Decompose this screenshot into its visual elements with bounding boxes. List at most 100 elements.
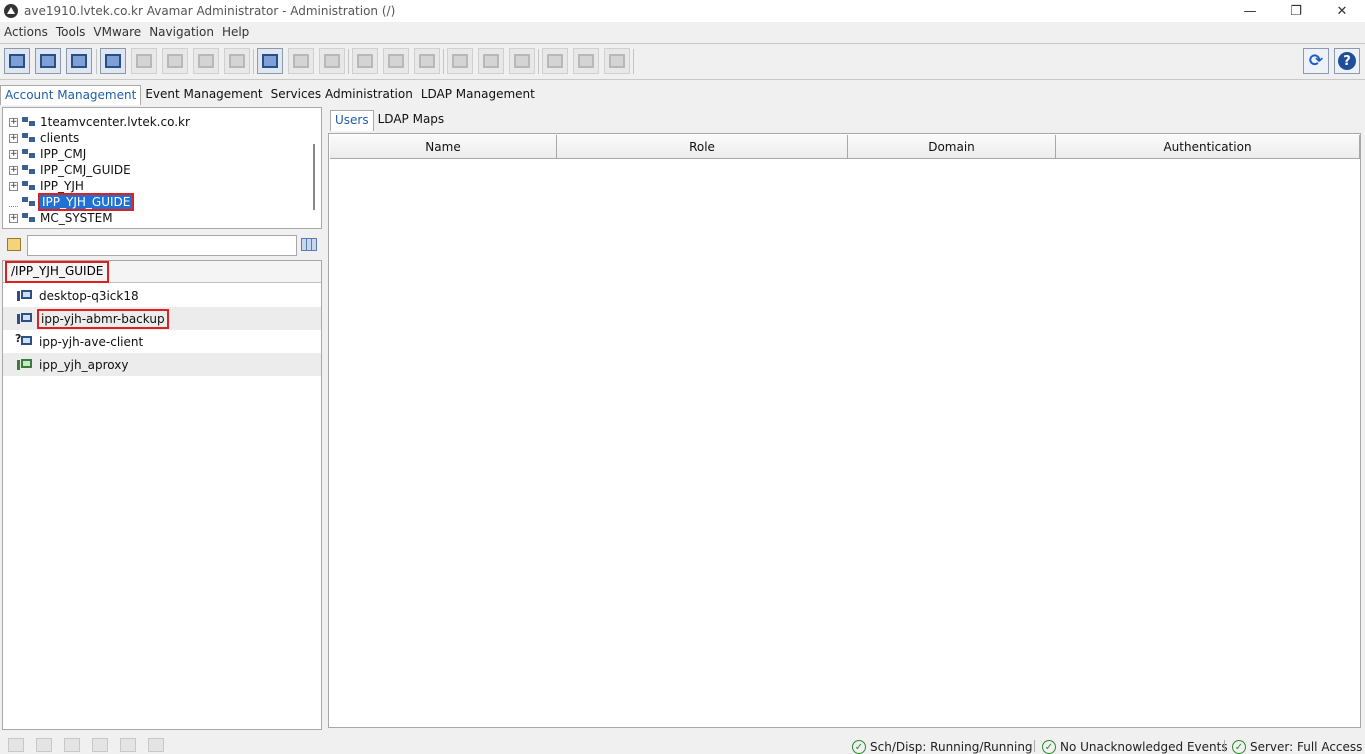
filter-row bbox=[2, 233, 322, 257]
expand-icon[interactable]: + bbox=[9, 117, 18, 127]
expand-icon[interactable]: + bbox=[9, 149, 18, 159]
client-name: ipp-yjh-ave-client bbox=[39, 334, 144, 349]
tab-ldap-maps[interactable]: LDAP Maps bbox=[374, 110, 449, 131]
tree-node-label: IPP_YJH bbox=[40, 179, 84, 193]
tab-event-management[interactable]: Event Management bbox=[141, 85, 266, 105]
users-add-icon bbox=[388, 54, 404, 68]
pointer-button[interactable] bbox=[542, 48, 568, 74]
events-status[interactable]: ✓ No Unacknowledged Events bbox=[1042, 740, 1228, 754]
edit-client-button[interactable] bbox=[131, 48, 157, 74]
tree-node-label: clients bbox=[40, 131, 80, 145]
domain-icon bbox=[22, 149, 36, 159]
new-account-button[interactable] bbox=[4, 48, 30, 74]
users-add-button[interactable] bbox=[383, 48, 409, 74]
menu-help[interactable]: Help bbox=[218, 25, 253, 39]
expand-icon[interactable]: + bbox=[9, 181, 18, 191]
toolbar-separator bbox=[96, 49, 97, 74]
expand-icon[interactable]: + bbox=[9, 133, 18, 143]
column-domain[interactable]: Domain bbox=[848, 135, 1056, 159]
expand-icon[interactable]: + bbox=[9, 165, 18, 175]
filter-input[interactable] bbox=[27, 235, 297, 256]
domain-icon bbox=[22, 197, 36, 207]
split-view-button[interactable] bbox=[478, 48, 504, 74]
tree-node-label: 1teamvcenter.lvtek.co.kr bbox=[40, 115, 190, 129]
help-button[interactable]: ? bbox=[1334, 48, 1360, 74]
column-authentication[interactable]: Authentication bbox=[1056, 135, 1360, 159]
tree-node-selected[interactable]: IPP_YJH_GUIDE bbox=[9, 193, 135, 211]
refresh-button[interactable]: ⟳ bbox=[1303, 48, 1329, 74]
list-item[interactable]: ipp-yjh-abmr-backup bbox=[3, 307, 321, 330]
help-icon: ? bbox=[1338, 52, 1356, 70]
find-client-icon bbox=[40, 54, 56, 68]
list-item[interactable]: ipp_yjh_aproxy bbox=[3, 353, 321, 376]
close-button[interactable]: ✕ bbox=[1319, 0, 1365, 22]
pointer-icon bbox=[547, 54, 563, 68]
domain-icon bbox=[22, 213, 36, 223]
tree-node-button[interactable] bbox=[447, 48, 473, 74]
tree-node[interactable]: + 1teamvcenter.lvtek.co.kr bbox=[9, 114, 190, 130]
client-list: /IPP_YJH_GUIDE desktop-q3ick18 ipp-yjh-a… bbox=[2, 260, 322, 730]
folder-filter-icon[interactable] bbox=[7, 238, 21, 251]
list-view-button[interactable] bbox=[509, 48, 535, 74]
checklist-button[interactable] bbox=[604, 48, 630, 74]
server-status[interactable]: ✓ Server: Full Access bbox=[1232, 740, 1362, 754]
users-table: Name Role Domain Authentication bbox=[328, 133, 1361, 728]
users-group-button[interactable] bbox=[352, 48, 378, 74]
tree-node[interactable]: + IPP_CMJ_GUIDE bbox=[9, 162, 131, 178]
tree-node[interactable]: + clients bbox=[9, 130, 79, 146]
delete-account-icon bbox=[71, 54, 87, 68]
minimize-button[interactable]: — bbox=[1227, 0, 1273, 22]
tree-node[interactable]: + IPP_CMJ bbox=[9, 146, 86, 162]
tab-account-management[interactable]: Account Management bbox=[0, 85, 142, 105]
status-bar: ✓ Sch/Disp: Running/Running ✓ No Unackno… bbox=[0, 734, 1365, 754]
scheduler-status-text: Sch/Disp: Running/Running bbox=[870, 740, 1033, 754]
restore-button[interactable]: ❐ bbox=[1273, 0, 1319, 22]
tree-node-label: IPP_CMJ_GUIDE bbox=[40, 163, 131, 177]
checklist-icon bbox=[609, 54, 625, 68]
tab-users[interactable]: Users bbox=[330, 110, 374, 131]
tree-node-icon bbox=[452, 54, 468, 68]
list-item[interactable]: desktop-q3ick18 bbox=[3, 284, 321, 307]
edit-client-icon bbox=[136, 54, 152, 68]
scheduler-status[interactable]: ✓ Sch/Disp: Running/Running bbox=[852, 740, 1033, 754]
list-item[interactable]: ipp-yjh-ave-client bbox=[3, 330, 321, 353]
new-client-button[interactable] bbox=[100, 48, 126, 74]
move-client-button[interactable] bbox=[162, 48, 188, 74]
toolbar-separator bbox=[633, 49, 634, 74]
tab-ldap-management[interactable]: LDAP Management bbox=[417, 85, 539, 105]
find-client-button[interactable] bbox=[35, 48, 61, 74]
status-separator bbox=[1034, 740, 1035, 752]
list-view-icon bbox=[514, 54, 530, 68]
menu-tools[interactable]: Tools bbox=[52, 25, 90, 39]
client-icon bbox=[17, 289, 33, 302]
users-remove-button[interactable] bbox=[414, 48, 440, 74]
expand-icon[interactable]: + bbox=[9, 213, 18, 223]
column-name[interactable]: Name bbox=[330, 135, 557, 159]
tree-node-label: MC_SYSTEM bbox=[40, 211, 113, 225]
new-account-icon bbox=[9, 54, 25, 68]
client-name: ipp_yjh_aproxy bbox=[39, 357, 129, 372]
edit-user-button[interactable] bbox=[288, 48, 314, 74]
new-user-button[interactable] bbox=[257, 48, 283, 74]
server-status-text: Server: Full Access bbox=[1250, 740, 1363, 754]
columns-icon[interactable] bbox=[301, 238, 317, 251]
client-name: ipp-yjh-abmr-backup bbox=[37, 308, 169, 329]
tree-scrollbar[interactable] bbox=[313, 144, 315, 210]
delete-user-icon bbox=[324, 54, 340, 68]
tab-services-administration[interactable]: Services Administration bbox=[267, 85, 417, 105]
menu-vmware[interactable]: VMware bbox=[89, 25, 145, 39]
toolbar-separator bbox=[348, 49, 349, 74]
menu-actions[interactable]: Actions bbox=[0, 25, 52, 39]
tree-node[interactable]: + IPP_YJH bbox=[9, 178, 84, 194]
toolbar-separator bbox=[538, 49, 539, 74]
tree-node[interactable]: + MC_SYSTEM bbox=[9, 210, 113, 226]
check-icon: ✓ bbox=[1042, 740, 1056, 754]
delete-account-button[interactable] bbox=[66, 48, 92, 74]
column-role[interactable]: Role bbox=[557, 135, 848, 159]
delete-user-button[interactable] bbox=[319, 48, 345, 74]
select-button[interactable] bbox=[573, 48, 599, 74]
new-user-icon bbox=[262, 54, 278, 68]
menu-navigation[interactable]: Navigation bbox=[145, 25, 218, 39]
client-group-button[interactable] bbox=[224, 48, 250, 74]
retire-client-button[interactable] bbox=[193, 48, 219, 74]
